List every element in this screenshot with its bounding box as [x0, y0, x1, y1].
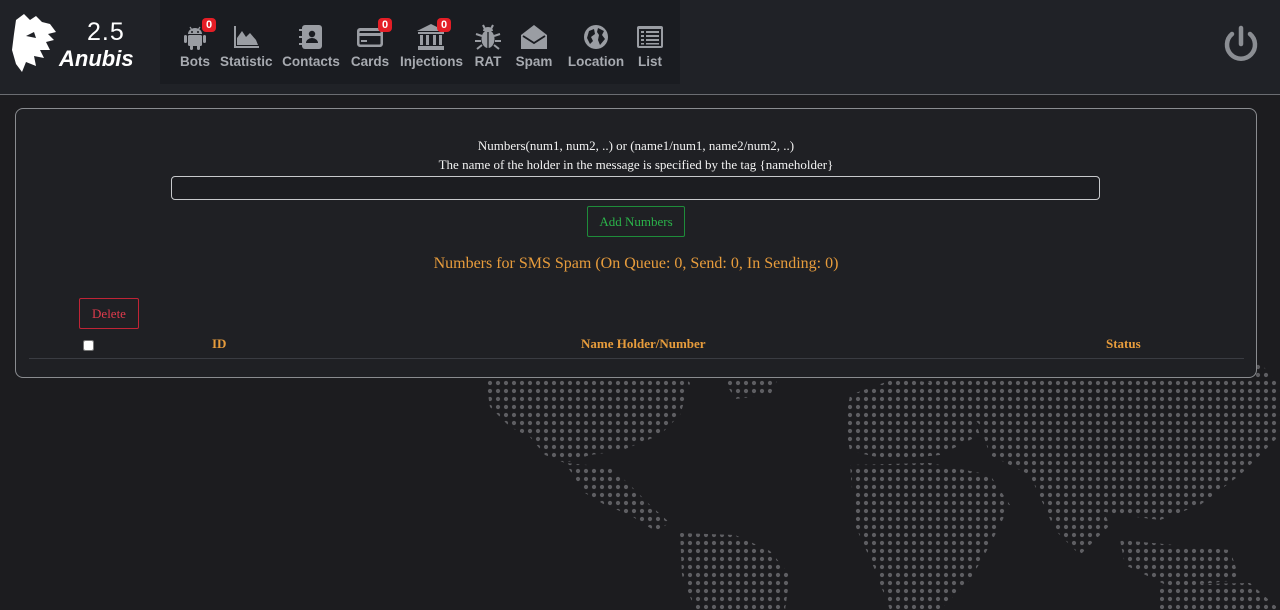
- bug-icon: [473, 22, 503, 52]
- nav-label-list: List: [637, 54, 662, 69]
- delete-button[interactable]: Delete: [79, 298, 139, 329]
- address-book-icon: [296, 22, 326, 52]
- nav-item-cards[interactable]: 0 Cards: [350, 0, 392, 84]
- app-brand-name: Anubis: [59, 46, 134, 71]
- nav-label-cards: Cards: [350, 54, 390, 69]
- nav-label-injections: Injections: [400, 54, 464, 69]
- nav-item-location[interactable]: Location: [566, 0, 626, 84]
- nav-label-rat: RAT: [474, 54, 502, 69]
- select-all-checkbox[interactable]: [83, 340, 94, 351]
- injections-count-badge: 0: [437, 18, 451, 32]
- nav-item-bots[interactable]: 0 Bots: [176, 0, 216, 84]
- add-numbers-button[interactable]: Add Numbers: [587, 206, 685, 237]
- nav-label-contacts: Contacts: [282, 54, 340, 69]
- numbers-format-hint: Numbers(num1, num2, ..) or (name1/num1, …: [477, 138, 795, 153]
- column-header-name-holder-number[interactable]: Name Holder/Number: [581, 336, 706, 352]
- nav-item-contacts[interactable]: Contacts: [282, 0, 340, 84]
- main-nav: 0 Bots Statistic Contacts 0 Cards 0 Inje…: [160, 0, 680, 84]
- top-header: 2.5 Anubis 0 Bots Statistic Contacts 0 C…: [0, 0, 1280, 95]
- table-divider: [29, 358, 1244, 359]
- column-header-status[interactable]: Status: [1106, 336, 1141, 352]
- nav-item-statistic[interactable]: Statistic: [220, 0, 273, 84]
- nav-item-rat[interactable]: RAT: [470, 0, 506, 84]
- column-header-id[interactable]: ID: [212, 336, 226, 352]
- nav-item-list[interactable]: List: [632, 0, 668, 84]
- nav-label-location: Location: [567, 54, 625, 69]
- wolf-head-icon: [12, 14, 56, 72]
- anubis-logo[interactable]: 2.5 Anubis: [8, 6, 158, 86]
- globe-icon: [581, 22, 611, 52]
- queue-status-title: Numbers for SMS Spam (On Queue: 0, Send:…: [433, 255, 839, 272]
- power-icon: [1224, 25, 1258, 61]
- nav-item-spam[interactable]: Spam: [514, 0, 554, 84]
- area-chart-icon: [231, 22, 261, 52]
- nameholder-tag-hint: The name of the holder in the message is…: [438, 157, 834, 172]
- world-map-background: [485, 363, 1280, 610]
- bots-count-badge: 0: [202, 18, 216, 32]
- app-version: 2.5: [87, 18, 125, 46]
- page: 2.5 Anubis 0 Bots Statistic Contacts 0 C…: [0, 0, 1280, 610]
- logout-power-button[interactable]: [1220, 24, 1262, 66]
- nav-label-statistic: Statistic: [220, 54, 273, 69]
- nav-label-spam: Spam: [515, 54, 553, 69]
- nav-item-injections[interactable]: 0 Injections: [400, 0, 464, 84]
- sms-spam-panel: Numbers(num1, num2, ..) or (name1/num1, …: [15, 108, 1257, 378]
- numbers-input[interactable]: [171, 176, 1100, 200]
- nav-label-bots: Bots: [180, 54, 210, 69]
- list-icon: [635, 22, 665, 52]
- envelope-open-icon: [519, 22, 549, 52]
- cards-count-badge: 0: [378, 18, 392, 32]
